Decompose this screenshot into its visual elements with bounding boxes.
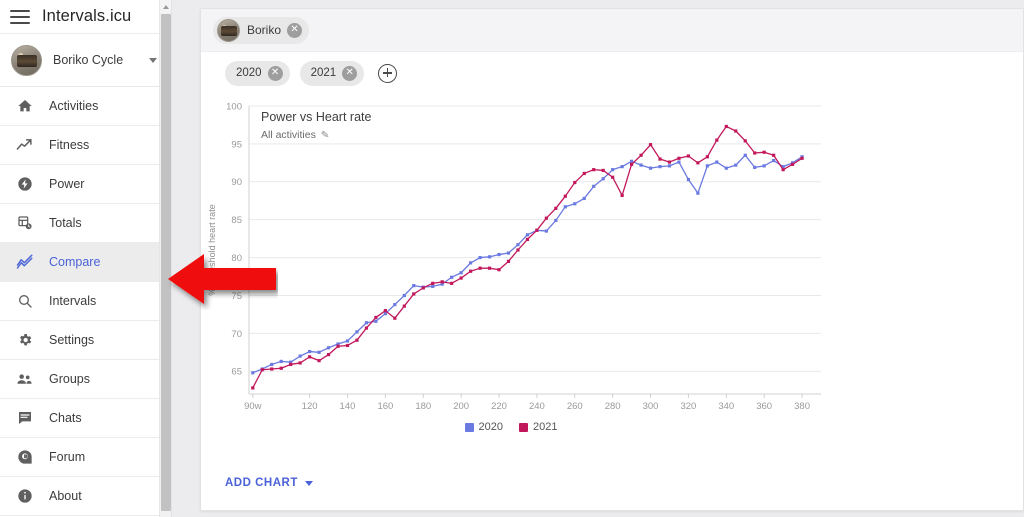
sidebar-item-fitness[interactable]: Fitness	[0, 126, 171, 165]
svg-text:95: 95	[231, 139, 242, 150]
sidebar-item-label: Chats	[49, 411, 82, 425]
svg-text:380: 380	[794, 401, 810, 412]
sidebar-item-label: Activities	[49, 99, 99, 113]
table-clock-icon	[14, 213, 35, 234]
svg-text:220: 220	[491, 401, 507, 412]
forum-icon	[14, 447, 35, 468]
arrow-left-icon	[168, 254, 276, 304]
pencil-icon[interactable]: ✎	[320, 129, 329, 141]
chevron-down-icon[interactable]	[149, 57, 157, 63]
year-chip-row: 2020 ✕ 2021 ✕	[201, 52, 1023, 94]
sidebar-item-forum[interactable]: Forum	[0, 438, 171, 477]
svg-text:85: 85	[231, 215, 242, 226]
search-icon	[14, 291, 35, 312]
chart-legend: 2020 2021	[201, 421, 821, 433]
sidebar-item-activities[interactable]: Activities	[0, 87, 171, 126]
chevron-up-icon	[162, 4, 169, 9]
legend-label: 2020	[478, 421, 503, 433]
legend-item-2020[interactable]: 2020	[464, 421, 503, 433]
info-icon	[14, 486, 35, 507]
legend-swatch-icon	[519, 422, 528, 432]
svg-text:140: 140	[340, 401, 356, 412]
annotation-arrow	[168, 254, 276, 304]
compare-card: Boriko ✕ 2020 ✕ 2021 ✕ 65 70 75 80 85 90 95 100 90w…	[200, 8, 1024, 511]
close-circle-icon[interactable]: ✕	[287, 22, 303, 38]
gear-icon	[14, 330, 35, 351]
compare-lines-icon	[14, 252, 35, 273]
sidebar-item-totals[interactable]: Totals	[0, 204, 171, 243]
sidebar-item-label: Forum	[49, 450, 86, 464]
sidebar-item-label: Intervals	[49, 294, 97, 308]
svg-text:180: 180	[415, 401, 431, 412]
sidebar-item-intervals[interactable]: Intervals	[0, 282, 171, 321]
year-chip-label: 2021	[310, 67, 337, 79]
svg-text:240: 240	[529, 401, 545, 412]
trending-up-icon	[14, 135, 35, 156]
avatar	[217, 18, 240, 42]
svg-text:200: 200	[453, 401, 469, 412]
svg-text:280: 280	[605, 401, 621, 412]
svg-text:320: 320	[680, 401, 696, 412]
sidebar-item-label: Compare	[49, 255, 101, 269]
sidebar-item-label: Settings	[49, 333, 95, 347]
add-chart-label: ADD CHART	[225, 477, 298, 489]
sidebar-item-groups[interactable]: Groups	[0, 360, 171, 399]
app-title: Intervals.icu	[42, 7, 132, 25]
sidebar-item-chats[interactable]: Chats	[0, 399, 171, 438]
svg-text:90w: 90w	[244, 401, 262, 412]
sidebar-item-label: About	[49, 489, 82, 503]
svg-text:160: 160	[377, 401, 393, 412]
sidebar-item-about[interactable]: About	[0, 477, 171, 516]
close-circle-icon[interactable]: ✕	[267, 65, 283, 81]
main-content: Boriko ✕ 2020 ✕ 2021 ✕ 65 70 75 80 85 90 95 100 90w…	[172, 0, 1024, 517]
svg-text:260: 260	[567, 401, 583, 412]
sidebar-item-label: Power	[49, 177, 85, 191]
chart-area: 65 70 75 80 85 90 95 100 90w 120 140 160 180 200 220 24…	[201, 94, 1024, 454]
hamburger-icon[interactable]	[10, 9, 30, 24]
power-vs-heartrate-chart[interactable]: 6570758085909510090w 120 140 160 180 200 220 24…	[201, 94, 1024, 424]
close-circle-icon[interactable]: ✕	[342, 65, 358, 81]
legend-swatch-icon	[464, 422, 474, 432]
legend-label: 2021	[533, 421, 558, 433]
sidebar: Intervals.icu Boriko Cycle Activities Fit…	[0, 0, 172, 517]
athlete-chip-label: Boriko	[247, 23, 282, 37]
sidebar-nav: Activities Fitness Power Totals Compare Inter…	[0, 87, 171, 516]
sidebar-item-label: Groups	[49, 372, 90, 386]
sidebar-item-settings[interactable]: Settings	[0, 321, 171, 360]
scroll-up-button[interactable]	[160, 0, 171, 13]
svg-text:100: 100	[226, 101, 242, 112]
svg-text:360: 360	[756, 401, 772, 412]
athlete-selector[interactable]: Boriko Cycle	[0, 34, 171, 87]
year-chip-2020[interactable]: 2020 ✕	[225, 60, 290, 86]
people-icon	[14, 369, 35, 390]
year-chip-label: 2020	[236, 67, 262, 79]
avatar	[11, 44, 42, 76]
add-chart-button[interactable]: ADD CHART	[225, 477, 313, 489]
chart-subtitle[interactable]: All activities ✎	[261, 129, 330, 141]
sidebar-item-compare[interactable]: Compare	[0, 243, 171, 282]
bolt-icon	[14, 174, 35, 195]
app-root: Intervals.icu Boriko Cycle Activities Fit…	[0, 0, 1024, 517]
svg-text:70: 70	[231, 329, 242, 340]
svg-text:65: 65	[231, 367, 242, 378]
plus-circle-icon[interactable]	[378, 63, 398, 83]
svg-text:120: 120	[302, 401, 318, 412]
svg-text:340: 340	[718, 401, 734, 412]
svg-text:300: 300	[643, 401, 659, 412]
home-icon	[14, 96, 35, 117]
chart-title: Power vs Heart rate	[261, 110, 372, 124]
sidebar-item-label: Fitness	[49, 138, 90, 152]
athlete-name: Boriko Cycle	[53, 53, 124, 67]
svg-text:90: 90	[231, 177, 242, 188]
sidebar-item-power[interactable]: Power	[0, 165, 171, 204]
sidebar-item-label: Totals	[49, 216, 82, 230]
chevron-down-icon	[304, 480, 313, 486]
card-header: Boriko ✕	[201, 9, 1023, 52]
chat-icon	[14, 408, 35, 429]
chart-subtitle-label: All activities	[261, 129, 316, 141]
year-chip-2021[interactable]: 2021 ✕	[299, 60, 365, 86]
sidebar-header: Intervals.icu	[0, 0, 171, 34]
athlete-chip[interactable]: Boriko ✕	[213, 16, 310, 44]
legend-item-2021[interactable]: 2021	[519, 421, 557, 433]
